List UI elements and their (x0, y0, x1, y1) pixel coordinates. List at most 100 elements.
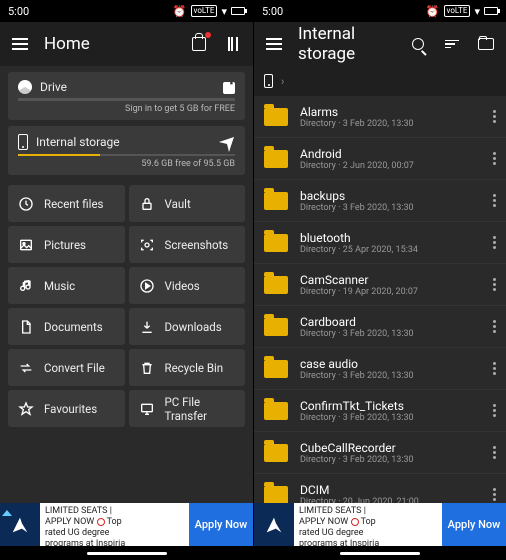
tile-label: Screenshots (165, 238, 229, 252)
settings-sliders-button[interactable] (223, 34, 243, 54)
tile-download[interactable]: Downloads (129, 308, 246, 345)
folder-name: backups (300, 189, 481, 203)
star-icon (18, 401, 34, 417)
menu-button[interactable] (264, 34, 284, 54)
ad-banner[interactable]: LIMITED SEATS | APPLY NOW Top rated UG d… (0, 503, 253, 546)
alarm-icon: ⏰ (173, 5, 187, 18)
folder-row[interactable]: bluetoothDirectory · 25 Apr 2020, 15:34 (254, 222, 506, 264)
folder-row[interactable]: CamScannerDirectory · 19 Apr 2020, 20:07 (254, 264, 506, 306)
folder-meta: Directory · 3 Feb 2020, 13:30 (300, 203, 481, 213)
ad-cta-button[interactable]: Apply Now (442, 503, 506, 546)
tile-label: Documents (44, 320, 103, 334)
breadcrumb[interactable]: › (254, 66, 506, 96)
new-folder-button[interactable] (476, 34, 496, 54)
more-button[interactable] (493, 446, 496, 459)
folder-row[interactable]: CardboardDirectory · 3 Feb 2020, 13:30 (254, 306, 506, 348)
play-icon (139, 278, 155, 294)
more-button[interactable] (493, 110, 496, 123)
folder-meta: Directory · 3 Feb 2020, 13:30 (300, 119, 481, 129)
tile-image[interactable]: Pictures (8, 226, 125, 263)
menu-button[interactable] (10, 34, 30, 54)
folder-icon (264, 108, 288, 126)
tile-lock[interactable]: Vault (129, 185, 246, 222)
tile-star[interactable]: Favourites (8, 390, 125, 427)
folder-name: Cardboard (300, 315, 481, 329)
folder-meta: Directory · 19 Apr 2020, 20:07 (300, 287, 481, 297)
screen-home: 5:00 ⏰ voLTE ▾ Home Drive Sign in to get… (0, 0, 253, 560)
nav-bar (0, 546, 253, 560)
tile-clock[interactable]: Recent files (8, 185, 125, 222)
ad-banner[interactable]: LIMITED SEATS | APPLY NOW Top rated UG d… (254, 503, 506, 546)
pc-icon (139, 401, 155, 417)
more-button[interactable] (493, 320, 496, 333)
tile-convert[interactable]: Convert File (8, 349, 125, 386)
folder-row[interactable]: ConfirmTkt_TicketsDirectory · 3 Feb 2020… (254, 390, 506, 432)
tile-label: Favourites (44, 402, 97, 416)
page-title: Home (44, 34, 175, 54)
alarm-icon: ⏰ (426, 5, 440, 18)
more-button[interactable] (493, 404, 496, 417)
tile-trash[interactable]: Recycle Bin (129, 349, 246, 386)
folder-row[interactable]: AndroidDirectory · 2 Jun 2020, 00:07 (254, 138, 506, 180)
folder-name: ConfirmTkt_Tickets (300, 399, 481, 413)
ad-text: LIMITED SEATS | APPLY NOW Top rated UG d… (294, 503, 442, 546)
folder-icon (264, 276, 288, 294)
folder-row[interactable]: CubeCallRecorderDirectory · 3 Feb 2020, … (254, 432, 506, 474)
screen-browser: 5:00 ⏰ voLTE ▾ Internal storage › Alarms… (253, 0, 506, 560)
ad-cta-button[interactable]: Apply Now (189, 503, 253, 546)
folder-row[interactable]: DCIMDirectory · 20 Jun 2020, 21:00 (254, 474, 506, 503)
more-button[interactable] (493, 362, 496, 375)
network-label: voLTE (191, 5, 218, 17)
folder-meta: Directory · 3 Feb 2020, 13:30 (300, 413, 481, 423)
tile-doc[interactable]: Documents (8, 308, 125, 345)
folder-meta: Directory · 2 Jun 2020, 00:07 (300, 161, 481, 171)
tile-music[interactable]: Music (8, 267, 125, 304)
wifi-icon: ▾ (221, 5, 227, 18)
addon-icon[interactable] (221, 80, 237, 96)
folder-icon (264, 444, 288, 462)
folder-row[interactable]: backupsDirectory · 3 Feb 2020, 13:30 (254, 180, 506, 222)
clock: 5:00 (8, 5, 29, 18)
category-grid: Recent files Vault Pictures Screenshots Musi… (0, 181, 253, 431)
folder-name: DCIM (300, 483, 481, 497)
folder-row[interactable]: case audioDirectory · 3 Feb 2020, 13:30 (254, 348, 506, 390)
folder-row[interactable]: AlarmsDirectory · 3 Feb 2020, 13:30 (254, 96, 506, 138)
wifi-icon: ▾ (474, 5, 480, 18)
tile-play[interactable]: Videos (129, 267, 246, 304)
more-button[interactable] (493, 488, 496, 501)
doc-icon (18, 319, 34, 335)
internal-label: Internal storage (36, 135, 120, 149)
tile-label: Recent files (44, 197, 103, 211)
internal-subtext: 59.6 GB free of 95.5 GB (18, 159, 235, 169)
search-button[interactable] (408, 34, 428, 54)
drive-icon (18, 80, 32, 94)
ad-logo (254, 503, 294, 546)
folder-icon (264, 402, 288, 420)
folder-meta: Directory · 3 Feb 2020, 13:30 (300, 329, 481, 339)
tile-screenshot[interactable]: Screenshots (129, 226, 246, 263)
store-button[interactable] (189, 34, 209, 54)
status-bar: 5:00 ⏰ voLTE ▾ (254, 0, 506, 22)
internal-storage-card[interactable]: Internal storage 59.6 GB free of 95.5 GB (8, 126, 245, 176)
tile-label: Downloads (165, 320, 222, 334)
drive-card[interactable]: Drive Sign in to get 5 GB for FREE (8, 72, 245, 120)
send-icon[interactable] (221, 134, 237, 150)
convert-icon (18, 360, 34, 376)
trash-icon (139, 360, 155, 376)
tile-label: Vault (165, 197, 191, 211)
more-button[interactable] (493, 236, 496, 249)
tile-label: Pictures (44, 238, 86, 252)
more-button[interactable] (493, 152, 496, 165)
sort-button[interactable] (442, 34, 462, 54)
page-title: Internal storage (298, 24, 394, 64)
more-button[interactable] (493, 278, 496, 291)
battery-icon (231, 7, 245, 15)
folder-name: CamScanner (300, 273, 481, 287)
folder-icon (264, 486, 288, 504)
folder-name: Android (300, 147, 481, 161)
tile-pc[interactable]: PC File Transfer (129, 390, 246, 427)
download-icon (139, 319, 155, 335)
more-button[interactable] (493, 194, 496, 207)
tile-label: Videos (165, 279, 200, 293)
tile-label: PC File Transfer (165, 395, 236, 423)
